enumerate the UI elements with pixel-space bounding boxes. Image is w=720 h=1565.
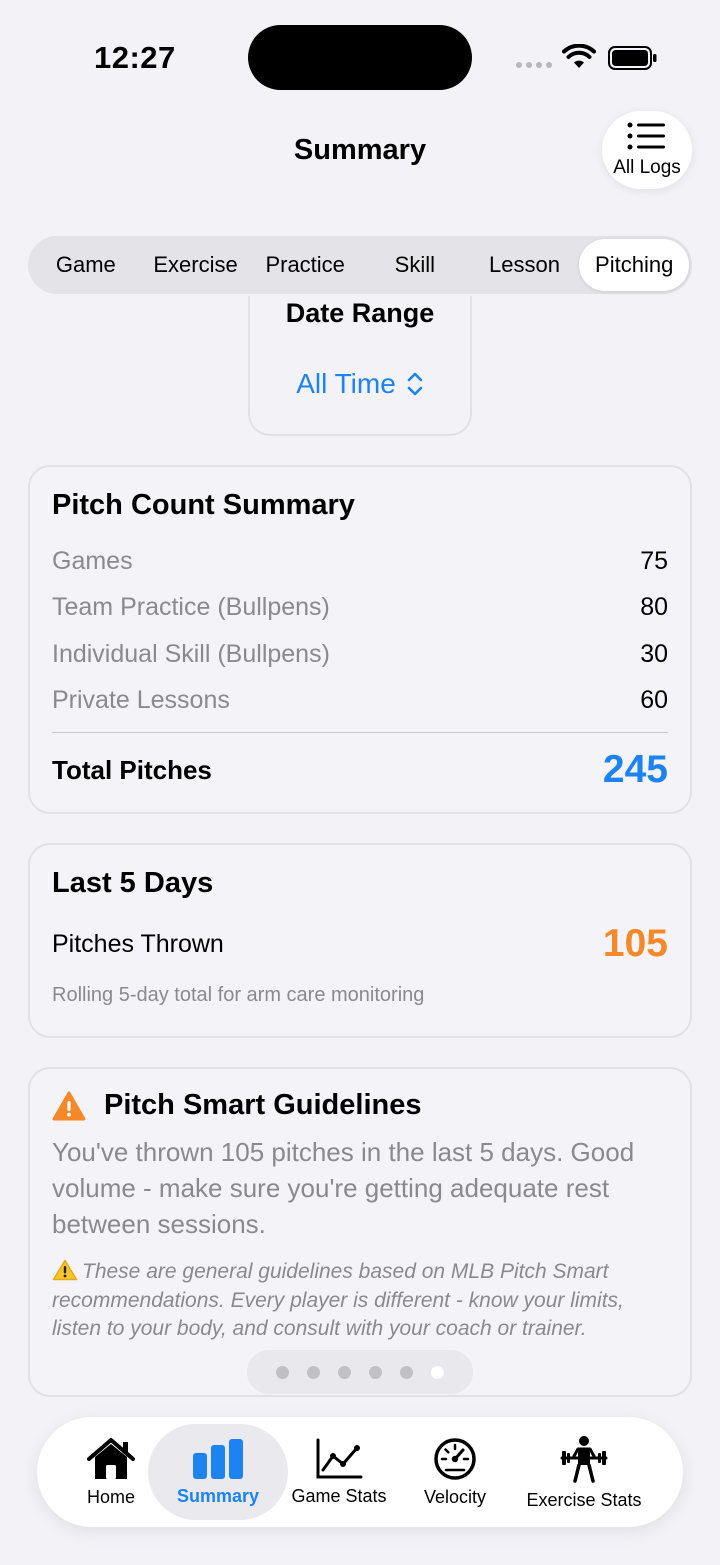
- tab-label: Game Stats: [291, 1485, 387, 1506]
- warning-triangle-icon: [52, 1091, 86, 1120]
- weightlifter-icon: [560, 1435, 608, 1483]
- tab-label: Velocity: [423, 1486, 487, 1507]
- wifi-icon: [562, 44, 596, 68]
- page-dot[interactable]: [369, 1365, 382, 1379]
- row-value: 75: [640, 546, 668, 575]
- summary-row-team-practice: Team Practice (Bullpens) 80: [52, 585, 668, 632]
- card-title: Last 5 Days: [52, 867, 214, 899]
- dynamic-island: [248, 25, 472, 90]
- pitches-thrown-row: Pitches Thrown 105: [52, 922, 668, 966]
- rolling-total-note: Rolling 5-day total for arm care monitor…: [52, 984, 425, 1006]
- tab-velocity[interactable]: Velocity: [410, 1417, 500, 1527]
- pitches-thrown-label: Pitches Thrown: [52, 929, 224, 958]
- summary-row-private-lessons: Private Lessons 60: [52, 678, 668, 725]
- warning-emoji-icon: [52, 1259, 78, 1281]
- pitch-count-summary-card: Pitch Count Summary Games 75 Team Practi…: [28, 465, 692, 814]
- segment-game[interactable]: Game: [31, 239, 141, 291]
- battery-icon: [608, 46, 657, 70]
- page-indicator[interactable]: [247, 1350, 473, 1394]
- page-dot[interactable]: [307, 1365, 320, 1379]
- total-pitches-label: Total Pitches: [52, 754, 212, 785]
- log-type-segmented-control: Game Exercise Practice Skill Lesson Pitc…: [28, 236, 692, 294]
- segment-pitching[interactable]: Pitching: [579, 239, 690, 291]
- tab-game-stats[interactable]: Game Stats: [286, 1417, 392, 1527]
- pitches-thrown-value: 105: [602, 922, 668, 965]
- date-range-value: All Time: [296, 368, 396, 399]
- gauge-icon: [434, 1437, 476, 1480]
- cellular-signal-icon: [516, 62, 552, 68]
- page-dot-current[interactable]: [431, 1365, 444, 1379]
- row-label: Individual Skill (Bullpens): [52, 639, 330, 668]
- row-value: 30: [640, 639, 668, 668]
- card-title: Pitch Smart Guidelines: [104, 1089, 422, 1121]
- line-chart-icon: [316, 1438, 363, 1478]
- total-pitches-value: 245: [602, 748, 668, 792]
- row-label: Team Practice (Bullpens): [52, 593, 330, 622]
- segment-lesson[interactable]: Lesson: [470, 239, 580, 291]
- segment-practice[interactable]: Practice: [250, 239, 360, 291]
- bar-chart-icon: [193, 1438, 243, 1479]
- house-icon: [87, 1437, 135, 1479]
- last-5-days-card: Last 5 Days Pitches Thrown 105 Rolling 5…: [28, 843, 692, 1038]
- all-logs-button[interactable]: All Logs: [602, 111, 692, 189]
- divider: [52, 732, 668, 733]
- summary-row-individual-skill: Individual Skill (Bullpens) 30: [52, 631, 668, 678]
- page-dot[interactable]: [338, 1365, 351, 1379]
- tab-label: Home: [86, 1486, 135, 1507]
- chevron-up-down-icon: [407, 372, 423, 396]
- card-title: Pitch Count Summary: [52, 489, 355, 521]
- page-dot[interactable]: [400, 1365, 413, 1379]
- all-logs-label: All Logs: [613, 157, 681, 178]
- guideline-message: You've thrown 105 pitches in the last 5 …: [52, 1137, 635, 1239]
- page-dot[interactable]: [276, 1365, 289, 1379]
- total-pitches-row: Total Pitches 245: [52, 747, 668, 794]
- guideline-disclaimer: These are general guidelines based on ML…: [52, 1258, 668, 1344]
- tab-label: Exercise Stats: [526, 1489, 642, 1510]
- tab-exercise-stats[interactable]: Exercise Stats: [518, 1417, 650, 1527]
- date-range-title: Date Range: [285, 298, 435, 328]
- status-time: 12:27: [94, 40, 176, 75]
- pitch-smart-guidelines-card: Pitch Smart Guidelines You've thrown 105…: [28, 1067, 692, 1397]
- segment-exercise[interactable]: Exercise: [141, 239, 251, 291]
- row-label: Private Lessons: [52, 686, 230, 715]
- tab-summary[interactable]: Summary: [168, 1417, 268, 1527]
- tab-label: Summary: [176, 1485, 260, 1506]
- tab-home[interactable]: Home: [78, 1417, 144, 1527]
- row-label: Games: [52, 546, 133, 575]
- disclaimer-text: These are general guidelines based on ML…: [52, 1260, 624, 1340]
- row-value: 80: [640, 593, 668, 622]
- date-range-picker[interactable]: All Time: [248, 368, 472, 400]
- row-value: 60: [640, 686, 668, 715]
- segment-skill[interactable]: Skill: [360, 239, 470, 291]
- list-icon: [627, 122, 665, 150]
- summary-row-games: Games 75: [52, 538, 668, 585]
